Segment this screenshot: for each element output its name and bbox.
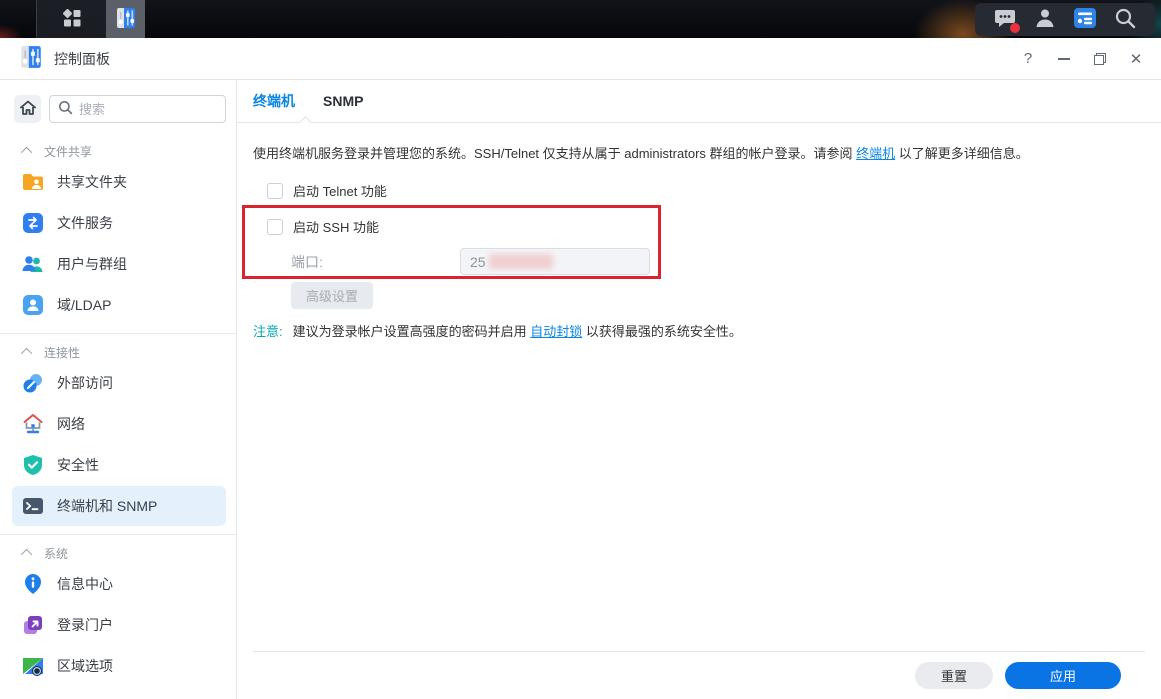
ssh-highlight-box: 启动 SSH 功能 端口: 25 [242, 205, 661, 279]
auto-block-link[interactable]: 自动封锁 [530, 324, 582, 339]
taskbar-control-panel-button[interactable] [106, 0, 145, 38]
tab-terminal[interactable]: 终端机 [253, 91, 295, 111]
advanced-settings-button[interactable]: 高级设置 [291, 282, 373, 309]
search-input[interactable] [79, 102, 217, 117]
regional-options-icon [21, 654, 45, 678]
main-panel: 终端机 SNMP 使用终端机服务登录并管理您的系统。SSH/Telnet 仅支持… [237, 80, 1161, 699]
notification-badge [1010, 23, 1020, 33]
ssh-checkbox-row: 启动 SSH 功能 [267, 217, 658, 236]
window-titlebar: 控制面板 ? ✕ [0, 38, 1161, 79]
sidebar-divider [0, 534, 236, 535]
sidebar-item-info-center[interactable]: 信息中心 [12, 564, 226, 604]
telnet-checkbox-row: 启动 Telnet 功能 [267, 181, 1145, 200]
control-panel-app-icon [18, 44, 44, 73]
widgets-button[interactable] [1070, 5, 1100, 35]
control-panel-app-icon [114, 6, 138, 33]
home-button[interactable] [14, 95, 41, 123]
desktop-taskbar [0, 0, 1161, 38]
sidebar-divider [0, 333, 236, 334]
tab-bar: 终端机 SNMP [237, 80, 1161, 123]
sidebar-item-regional-options[interactable]: 区域选项 [12, 646, 226, 686]
security-shield-icon [21, 453, 45, 477]
section-header-file-sharing[interactable]: 文件共享 [24, 142, 236, 160]
file-services-icon [21, 211, 45, 235]
help-button[interactable]: ? [1017, 48, 1039, 70]
terminal-description: 使用终端机服务登录并管理您的系统。SSH/Telnet 仅支持从属于 admin… [253, 144, 1145, 163]
sidebar-item-network[interactable]: 网络 [12, 404, 226, 444]
ssh-port-row: 端口: 25 [291, 248, 658, 275]
notifications-button[interactable] [990, 5, 1020, 35]
widgets-icon [1072, 5, 1098, 34]
redaction-blur [489, 254, 553, 269]
user-icon [1033, 6, 1057, 33]
restore-button[interactable] [1089, 48, 1111, 70]
chevron-up-icon [21, 147, 32, 158]
external-access-icon [21, 371, 45, 395]
terminal-help-link[interactable]: 终端机 [856, 146, 895, 161]
sidebar-item-domain-ldap[interactable]: 域/LDAP [12, 285, 226, 325]
system-tray [975, 3, 1155, 36]
security-note: 注意:建议为登录帐户设置高强度的密码并启用 自动封锁 以获得最强的系统安全性。 [253, 323, 1145, 341]
close-button[interactable]: ✕ [1125, 48, 1147, 70]
sidebar-item-terminal-snmp[interactable]: 终端机和 SNMP [12, 486, 226, 526]
home-icon [19, 99, 37, 120]
ssh-port-input[interactable]: 25 [460, 248, 650, 275]
chevron-up-icon [21, 549, 32, 560]
domain-ldap-icon [21, 293, 45, 317]
sidebar-item-security[interactable]: 安全性 [12, 445, 226, 485]
sidebar-item-login-portal[interactable]: 登录门户 [12, 605, 226, 645]
login-portal-icon [21, 613, 45, 637]
section-header-system[interactable]: 系统 [24, 544, 236, 562]
search-icon [58, 100, 73, 118]
minimize-button[interactable] [1053, 48, 1075, 70]
telnet-checkbox-label: 启动 Telnet 功能 [293, 181, 387, 200]
global-search-button[interactable] [1110, 5, 1140, 35]
user-menu-button[interactable] [1030, 5, 1060, 35]
control-panel-window: 控制面板 ? ✕ [0, 38, 1161, 699]
main-menu-icon [61, 7, 83, 32]
apply-button[interactable]: 应用 [1005, 662, 1121, 689]
ssh-port-value: 25 [470, 254, 486, 270]
info-center-icon [21, 572, 45, 596]
chevron-up-icon [21, 348, 32, 359]
terminal-snmp-icon [21, 494, 45, 518]
search-icon [1113, 6, 1137, 33]
sidebar-item-file-services[interactable]: 文件服务 [12, 203, 226, 243]
sidebar-search[interactable] [49, 95, 226, 123]
ssh-checkbox[interactable] [267, 219, 283, 235]
shared-folder-icon [21, 170, 45, 194]
ssh-port-label: 端口: [291, 252, 460, 272]
ssh-checkbox-label: 启动 SSH 功能 [293, 217, 379, 236]
window-title: 控制面板 [54, 49, 110, 69]
minimize-icon [1058, 58, 1070, 60]
sidebar-item-external-access[interactable]: 外部访问 [12, 363, 226, 403]
action-footer: 重置 应用 [253, 651, 1145, 699]
restore-icon [1094, 53, 1106, 65]
section-header-connectivity[interactable]: 连接性 [24, 343, 236, 361]
sidebar-item-users-groups[interactable]: 用户与群组 [12, 244, 226, 284]
reset-button[interactable]: 重置 [915, 662, 993, 689]
sidebar: 文件共享 共享文件夹 [0, 80, 237, 699]
note-label: 注意: [253, 324, 283, 339]
telnet-checkbox[interactable] [267, 183, 283, 199]
users-groups-icon [21, 252, 45, 276]
sidebar-item-shared-folder[interactable]: 共享文件夹 [12, 162, 226, 202]
network-icon [21, 412, 45, 436]
tab-content: 使用终端机服务登录并管理您的系统。SSH/Telnet 仅支持从属于 admin… [237, 123, 1161, 651]
tab-snmp[interactable]: SNMP [323, 93, 363, 109]
main-menu-button[interactable] [37, 0, 106, 38]
